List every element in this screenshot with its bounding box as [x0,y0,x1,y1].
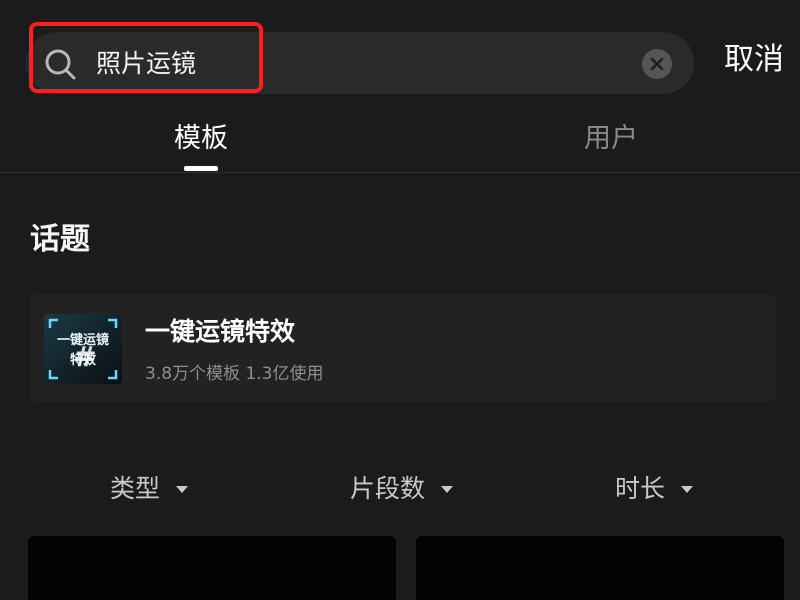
tab-users[interactable]: 用户 [584,121,638,157]
filter-duration-label: 时长 [615,474,666,503]
topic-title: 一键运镜特效 [145,317,296,346]
topic-thumbnail: 一键运镜 特效 # [44,314,122,384]
topic-stats: 3.8万个模板 1.3亿使用 [145,364,324,384]
topic-card[interactable] [30,294,776,402]
filter-clip-count-label: 片段数 [350,474,426,503]
template-result-tile[interactable] [416,536,784,600]
caret-down-icon [441,485,454,493]
caret-down-icon [176,485,189,493]
caret-down-icon [681,485,694,493]
search-results-screen: 取消 模板 用户 话题 一键运镜 特效 # 一键运镜特效 3.8万个模板 1.3… [0,0,800,600]
filter-clip-count[interactable]: 片段数 [350,472,454,506]
topic-thumbnail-art: 一键运镜 特效 # [44,314,122,384]
filter-duration[interactable]: 时长 [615,472,694,506]
filter-type-label: 类型 [110,474,161,503]
template-result-tile[interactable] [28,536,396,600]
tab-templates[interactable]: 模板 [174,121,228,157]
close-icon [650,57,664,71]
active-tab-indicator [184,166,218,171]
search-input[interactable] [96,44,576,84]
tab-divider [0,172,800,173]
cancel-button[interactable]: 取消 [724,40,784,80]
clear-search-button[interactable] [642,49,672,79]
filter-type[interactable]: 类型 [110,472,189,506]
section-title-topics: 话题 [30,222,90,257]
search-icon [45,49,76,80]
hashtag-icon: # [73,340,96,373]
